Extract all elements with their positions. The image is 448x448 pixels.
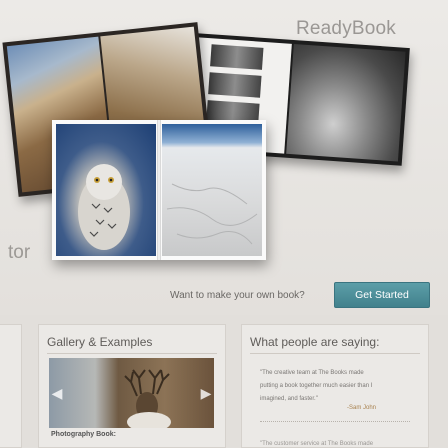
reindeer-image bbox=[124, 369, 171, 428]
gallery-caption: Photography Book: bbox=[51, 431, 116, 438]
gallery-divider bbox=[47, 353, 217, 354]
hero-side-text: tor bbox=[8, 242, 31, 263]
photo-thumb bbox=[210, 44, 264, 70]
testimonials-title: What people are saying: bbox=[250, 335, 380, 349]
quote-line: "The creative team at The Books made bbox=[260, 370, 364, 376]
chevron-left-icon[interactable]: ◀ bbox=[51, 385, 63, 401]
chevron-right-icon[interactable]: ▶ bbox=[200, 385, 212, 401]
book-page-snow bbox=[162, 124, 262, 256]
brand-logo[interactable]: ReadyBook bbox=[296, 18, 396, 40]
quote-line: imagined, and faster." bbox=[260, 396, 318, 402]
gallery-panel: Gallery & Examples ◀ ▶ Photography Book: bbox=[38, 324, 226, 448]
partial-panel-left bbox=[0, 324, 22, 448]
snow-field-image bbox=[166, 183, 258, 245]
testimonial-author: -Sam John bbox=[347, 405, 377, 411]
quote-line: putting a book together much easier than… bbox=[260, 383, 373, 389]
testimonials-divider bbox=[250, 353, 420, 354]
get-started-button[interactable]: Get Started bbox=[334, 282, 430, 308]
quote-separator bbox=[260, 421, 410, 422]
testimonials-panel: What people are saying: "The creative te… bbox=[241, 324, 429, 448]
book-page-concert-hall bbox=[286, 43, 406, 162]
testimonial-quote-next: "The customer service at The Books made bbox=[260, 441, 374, 447]
book-spine bbox=[157, 120, 161, 260]
gallery-title[interactable]: Gallery & Examples bbox=[47, 335, 152, 349]
cta-prompt: Want to make your own book? bbox=[170, 290, 305, 301]
owl-image bbox=[78, 164, 130, 250]
testimonial-quote: "The creative team at The Books made put… bbox=[260, 367, 420, 406]
photo-thumb bbox=[208, 72, 262, 98]
book-owl-snow bbox=[52, 120, 266, 260]
book-page-owl bbox=[56, 124, 156, 256]
hero-section: ReadyBook tor Want to make your own book… bbox=[0, 0, 448, 315]
gallery-carousel-image[interactable]: ◀ ▶ bbox=[49, 358, 214, 428]
